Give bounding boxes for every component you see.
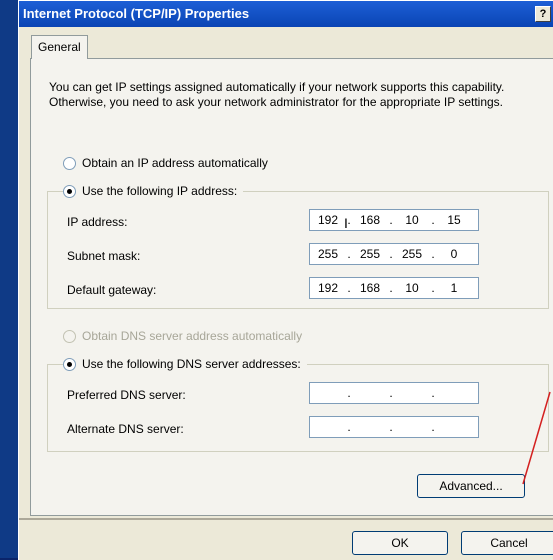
red-pointer-line [522,391,551,485]
tab-general[interactable]: General [31,35,88,59]
annotation-overlay [522,391,551,485]
